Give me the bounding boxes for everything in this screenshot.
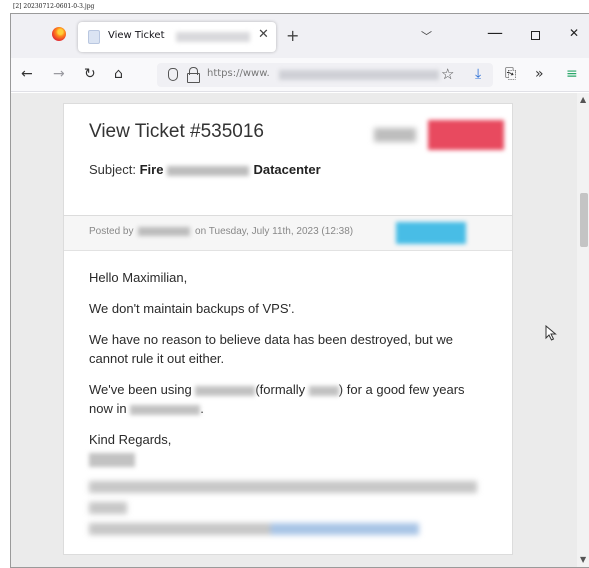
extensions-icon[interactable]: ⎘ (505, 66, 516, 82)
redacted-subject (167, 165, 250, 176)
posted-info: Posted by on Tuesday, July 11th, 2023 (1… (89, 226, 353, 237)
redacted-signature-link (89, 523, 419, 535)
reply-meta: Posted by on Tuesday, July 11th, 2023 (1… (64, 216, 512, 251)
image-caption: [2] 20230712-0601-0-3.jpg (13, 3, 95, 10)
subject-label: Subject: (89, 162, 136, 177)
page-favicon-icon (88, 30, 100, 44)
bookmark-star-icon[interactable]: ☆ (441, 65, 454, 83)
redacted-url (279, 70, 439, 80)
maximize-icon[interactable] (531, 31, 540, 40)
scrollbar[interactable] (577, 93, 589, 567)
redacted-former-name (308, 385, 339, 396)
forward-icon[interactable]: → (53, 66, 65, 82)
redacted-signature-name (89, 453, 135, 467)
ticket-subject: Subject: Fire Datacenter (89, 162, 321, 177)
posted-date: on Tuesday, July 11th, 2023 (12:38) (195, 226, 354, 237)
firefox-view-icon[interactable] (52, 27, 66, 41)
tracking-protection-icon[interactable] (168, 68, 178, 81)
staff-badge (396, 222, 466, 244)
window-close-icon[interactable]: ✕ (569, 26, 579, 40)
redacted-location (130, 404, 201, 415)
scroll-down-icon[interactable]: ▼ (580, 555, 586, 564)
browser-window: View Ticket ✕ + ﹀ — ✕ ← → ↻ ⌂ https://ww… (10, 13, 589, 568)
mouse-cursor-icon (545, 325, 557, 341)
redacted-signature-line (89, 502, 127, 514)
new-tab-icon[interactable]: + (286, 26, 299, 45)
ticket-header: View Ticket #535016 Subject: Fire Datacen… (64, 104, 512, 216)
app-menu-icon[interactable]: ≡ (566, 66, 578, 82)
page-content: View Ticket #535016 Subject: Fire Datacen… (11, 93, 589, 567)
tab-bar: View Ticket ✕ + ﹀ — ✕ (11, 14, 589, 58)
posted-by-label: Posted by (89, 226, 134, 237)
message-line-1: We don't maintain backups of VPS'. (89, 301, 295, 316)
reload-icon[interactable]: ↻ (84, 66, 96, 82)
ticket-card: View Ticket #535016 Subject: Fire Datacen… (63, 103, 513, 555)
back-icon[interactable]: ← (21, 66, 33, 82)
lock-icon[interactable] (187, 67, 200, 83)
message-line-2: We have no reason to believe data has be… (89, 332, 454, 366)
url-text: https://www. (207, 68, 270, 79)
greeting-text: Hello Maximilian, (89, 270, 188, 285)
scroll-up-icon[interactable]: ▲ (580, 95, 586, 104)
redacted-author (138, 226, 191, 236)
message-body: Hello Maximilian, We don't maintain back… (64, 251, 512, 554)
list-tabs-chevron-icon[interactable]: ﹀ (421, 28, 432, 44)
redacted-signature-line (89, 481, 477, 493)
message-line-3: We've been using (formally ) for a good … (89, 382, 465, 416)
tab-view-ticket[interactable]: View Ticket ✕ (78, 22, 276, 52)
close-tab-icon[interactable]: ✕ (258, 27, 269, 42)
scrollbar-thumb[interactable] (580, 193, 588, 247)
minimize-icon[interactable]: — (487, 23, 503, 42)
url-bar[interactable]: https://www. ☆ (157, 63, 493, 87)
subject-end: Datacenter (253, 162, 321, 177)
status-badge (428, 120, 504, 150)
ticket-title: View Ticket #535016 (89, 121, 264, 142)
download-icon[interactable]: ⤓ (475, 66, 481, 82)
home-icon[interactable]: ⌂ (114, 66, 123, 82)
subject-start: Fire (139, 162, 164, 177)
signature-block (89, 481, 487, 535)
navigation-bar: ← → ↻ ⌂ https://www. ☆ ⤓ ⎘ » ≡ (11, 58, 589, 92)
overflow-chevrons-icon[interactable]: » (535, 66, 544, 82)
closing-text: Kind Regards, (89, 432, 172, 447)
tab-title: View Ticket (108, 30, 165, 41)
redacted-tab-text (176, 32, 250, 42)
redacted-provider (195, 385, 256, 396)
redacted-status-label (374, 128, 416, 142)
